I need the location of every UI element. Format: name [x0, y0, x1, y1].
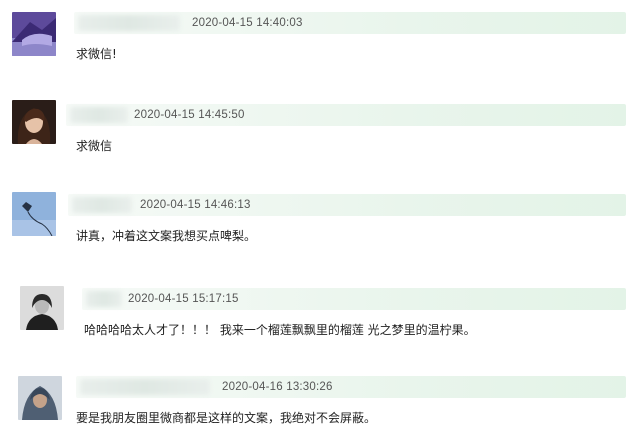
comment-meta-bar: 2020-04-15 14:45:50 [66, 104, 626, 126]
comment-text: 哈哈哈哈太人才了！！！ 我来一个榴莲飘飘里的榴莲 光之梦里的温柠果。 [84, 323, 476, 337]
avatar[interactable] [12, 192, 56, 236]
purple-abstract-avatar-image [12, 12, 56, 56]
comment-timestamp: 2020-04-16 13:30:26 [222, 381, 333, 393]
hooded-person-avatar-image [18, 376, 62, 420]
avatar[interactable] [18, 376, 62, 420]
username-blurred[interactable] [78, 15, 180, 31]
comment-text: 要是我朋友圈里微商都是这样的文案，我绝对不会屏蔽。 [76, 411, 377, 425]
comment-text: 求微信 [76, 139, 113, 153]
comment-text: 求微信! [76, 47, 117, 61]
comment-timestamp: 2020-04-15 14:46:13 [140, 199, 251, 211]
username-blurred[interactable] [80, 379, 210, 395]
woman-portrait-avatar-image [12, 100, 56, 144]
comment-meta-bar: 2020-04-16 13:30:26 [76, 376, 626, 398]
comment-timestamp: 2020-04-15 14:40:03 [192, 17, 303, 29]
avatar[interactable] [12, 100, 56, 144]
kite-sky-avatar-image [12, 192, 56, 236]
avatar[interactable] [20, 286, 64, 330]
bw-portrait-avatar-image [20, 286, 64, 330]
username-blurred[interactable] [72, 197, 132, 213]
comment-text: 讲真，冲着这文案我想买点啤梨。 [76, 229, 257, 243]
comment-meta-bar: 2020-04-15 14:40:03 [74, 12, 626, 34]
avatar[interactable] [12, 12, 56, 56]
username-blurred[interactable] [86, 291, 122, 307]
comment-timestamp: 2020-04-15 15:17:15 [128, 293, 239, 305]
comment-meta-bar: 2020-04-15 14:46:13 [68, 194, 626, 216]
username-blurred[interactable] [70, 107, 128, 123]
comment-meta-bar: 2020-04-15 15:17:15 [82, 288, 626, 310]
comment-timestamp: 2020-04-15 14:45:50 [134, 109, 245, 121]
